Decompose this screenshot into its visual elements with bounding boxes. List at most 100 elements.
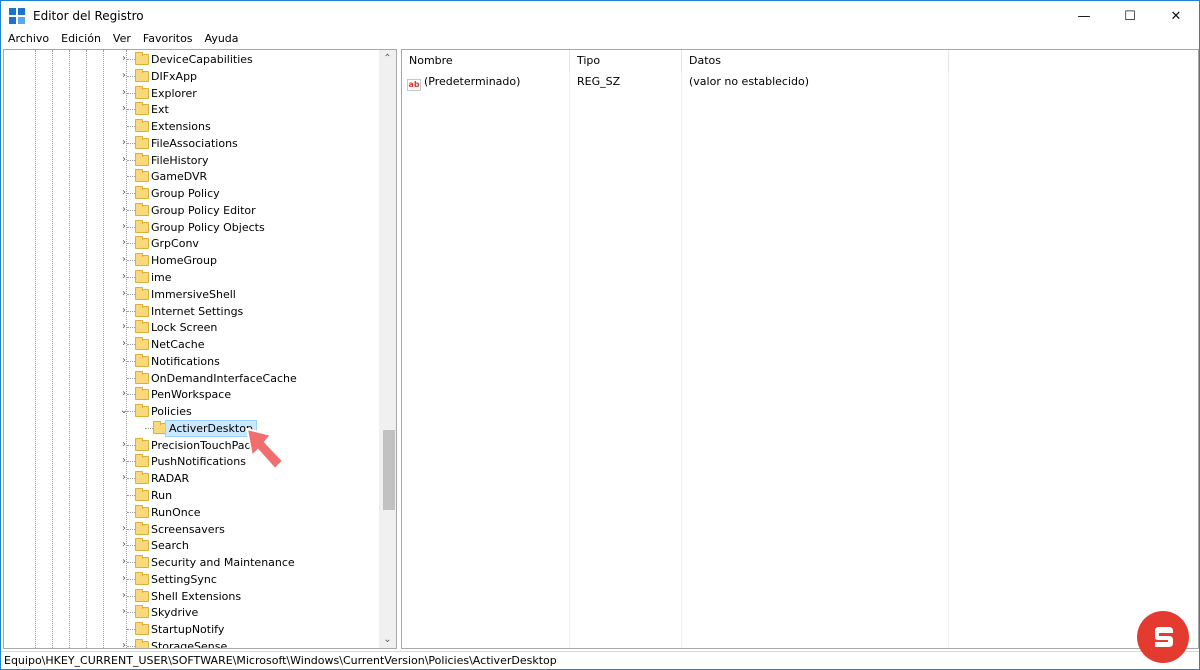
menu-favoritos[interactable]: Favoritos	[136, 31, 198, 47]
value-name: (Predeterminado)	[424, 75, 521, 88]
tree-item[interactable]: › NetCache	[4, 336, 380, 353]
folder-icon	[135, 471, 149, 485]
tree-item-label: PenWorkspace	[151, 388, 232, 402]
tree-item-label: StorageSense	[151, 639, 228, 649]
close-button[interactable]: ✕	[1153, 1, 1199, 31]
tree-item[interactable]: › Explorer	[4, 85, 380, 102]
tree-item[interactable]: OnDemandInterfaceCache	[4, 370, 380, 387]
folder-icon	[135, 488, 149, 502]
tree-item[interactable]: › SettingSync	[4, 571, 380, 588]
tree-scrollbar[interactable]: ⌃ ⌄	[379, 50, 396, 648]
column-header-tipo[interactable]: Tipo	[570, 50, 682, 72]
folder-icon	[135, 202, 149, 216]
folder-icon	[135, 638, 149, 648]
folder-icon	[135, 102, 149, 116]
tree-item[interactable]: StartupNotify	[4, 621, 380, 638]
value-name-cell: ab (Predeterminado)	[402, 73, 570, 91]
tree-item-label: Search	[151, 539, 189, 553]
tree-item[interactable]: › Notifications	[4, 353, 380, 370]
folder-icon	[135, 387, 149, 401]
column-separator	[681, 50, 682, 648]
scroll-down-arrow-icon[interactable]: ⌄	[379, 631, 396, 648]
tree-item-label: Policies	[151, 405, 192, 419]
tree-item[interactable]: › ImmersiveShell	[4, 286, 380, 303]
folder-icon	[135, 270, 149, 283]
tree-item[interactable]: › PenWorkspace	[4, 386, 380, 403]
folder-icon	[135, 521, 149, 535]
folder-icon	[135, 52, 149, 65]
folder-icon	[135, 353, 149, 367]
watermark-logo-icon	[1137, 611, 1189, 663]
window-controls: — ☐ ✕	[1061, 1, 1199, 31]
folder-icon	[135, 119, 149, 133]
tree-item[interactable]: › HomeGroup	[4, 252, 380, 269]
folder-icon	[135, 286, 149, 300]
tree-item-label: PrecisionTouchPad	[151, 438, 252, 452]
folder-icon	[135, 236, 149, 250]
tree-item[interactable]: › PrecisionTouchPad	[4, 437, 380, 454]
tree-item[interactable]: › Search	[4, 537, 380, 554]
tree-item[interactable]: GameDVR	[4, 168, 380, 185]
tree-item-label: ImmersiveShell	[151, 287, 236, 301]
value-list-pane[interactable]: Nombre Tipo Datos ab (Predeterminado) REG…	[401, 49, 1199, 649]
tree-item[interactable]: › Skydrive	[4, 604, 380, 621]
menu-ayuda[interactable]: Ayuda	[198, 31, 244, 47]
menu-edicion[interactable]: Edición	[54, 31, 106, 47]
folder-icon	[135, 85, 149, 99]
tree-item[interactable]: › Shell Extensions	[4, 588, 380, 605]
tree-item[interactable]: › Internet Settings	[4, 303, 380, 320]
tree-item[interactable]: › FileHistory	[4, 152, 380, 169]
tree-item[interactable]: › ime	[4, 269, 380, 286]
tree-item[interactable]: › Group Policy Editor	[4, 202, 380, 219]
tree-item[interactable]: › PushNotifications	[4, 453, 380, 470]
tree-item[interactable]: › DIFxApp	[4, 68, 380, 85]
folder-icon	[135, 337, 149, 351]
tree-item[interactable]: ActiverDesktop	[4, 419, 380, 437]
tree-item[interactable]: › GrpConv	[4, 235, 380, 252]
tree-item-label: Security and Maintenance	[151, 556, 295, 570]
tree-item[interactable]: › StorageSense	[4, 638, 380, 649]
scrollbar-thumb[interactable]	[383, 430, 395, 510]
tree-item-label: GameDVR	[151, 170, 208, 184]
menu-archivo[interactable]: Archivo	[1, 31, 54, 47]
tree-item-label: RADAR	[151, 472, 190, 486]
column-header-nombre[interactable]: Nombre	[402, 50, 570, 72]
menu-ver[interactable]: Ver	[106, 31, 136, 47]
key-tree-pane[interactable]: › DeviceCapabilities › DIFxApp › Explorer › Ext…	[3, 49, 397, 649]
tree-item-label: HomeGroup	[151, 254, 217, 268]
tree-item-label: PushNotifications	[151, 455, 246, 469]
tree-item[interactable]: › FileAssociations	[4, 135, 380, 152]
value-row[interactable]: ab (Predeterminado) REG_SZ (valor no esta…	[402, 73, 1198, 91]
folder-icon	[135, 169, 149, 183]
folder-icon	[135, 186, 149, 200]
tree-item[interactable]: › Ext	[4, 101, 380, 118]
tree-item[interactable]: › RADAR	[4, 470, 380, 487]
tree-item[interactable]: ⌄ Policies	[4, 403, 380, 420]
maximize-button[interactable]: ☐	[1107, 1, 1153, 31]
tree-item-label: Shell Extensions	[151, 589, 242, 603]
column-header-datos[interactable]: Datos	[682, 50, 949, 72]
tree-item-label: Group Policy	[151, 187, 220, 201]
tree-item[interactable]: › Screensavers	[4, 521, 380, 538]
tree-item[interactable]: RunOnce	[4, 504, 380, 521]
expand-chevron-icon[interactable]: ›	[118, 640, 130, 648]
scroll-up-arrow-icon[interactable]: ⌃	[379, 50, 396, 67]
tree-item[interactable]: › Security and Maintenance	[4, 554, 380, 571]
title-bar[interactable]: Editor del Registro — ☐ ✕	[1, 1, 1199, 31]
tree-item-label: Extensions	[151, 120, 211, 134]
tree-item[interactable]: › Lock Screen	[4, 319, 380, 336]
pointer-arrow-icon	[245, 427, 285, 471]
tree-item[interactable]: › DeviceCapabilities	[4, 51, 380, 68]
folder-icon	[135, 152, 149, 166]
window-title: Editor del Registro	[33, 9, 144, 23]
minimize-button[interactable]: —	[1061, 1, 1107, 31]
tree-item[interactable]: › Group Policy	[4, 185, 380, 202]
tree-item[interactable]: Run	[4, 487, 380, 504]
registry-editor-window: Editor del Registro — ☐ ✕ Archivo Edició…	[0, 0, 1200, 670]
tree-item[interactable]: Extensions	[4, 118, 380, 135]
tree-item-label: Run	[151, 489, 173, 503]
tree-item-label: OnDemandInterfaceCache	[151, 371, 297, 385]
folder-icon	[135, 504, 149, 518]
tree-item-label: Screensavers	[151, 522, 225, 536]
tree-item[interactable]: › Group Policy Objects	[4, 219, 380, 236]
